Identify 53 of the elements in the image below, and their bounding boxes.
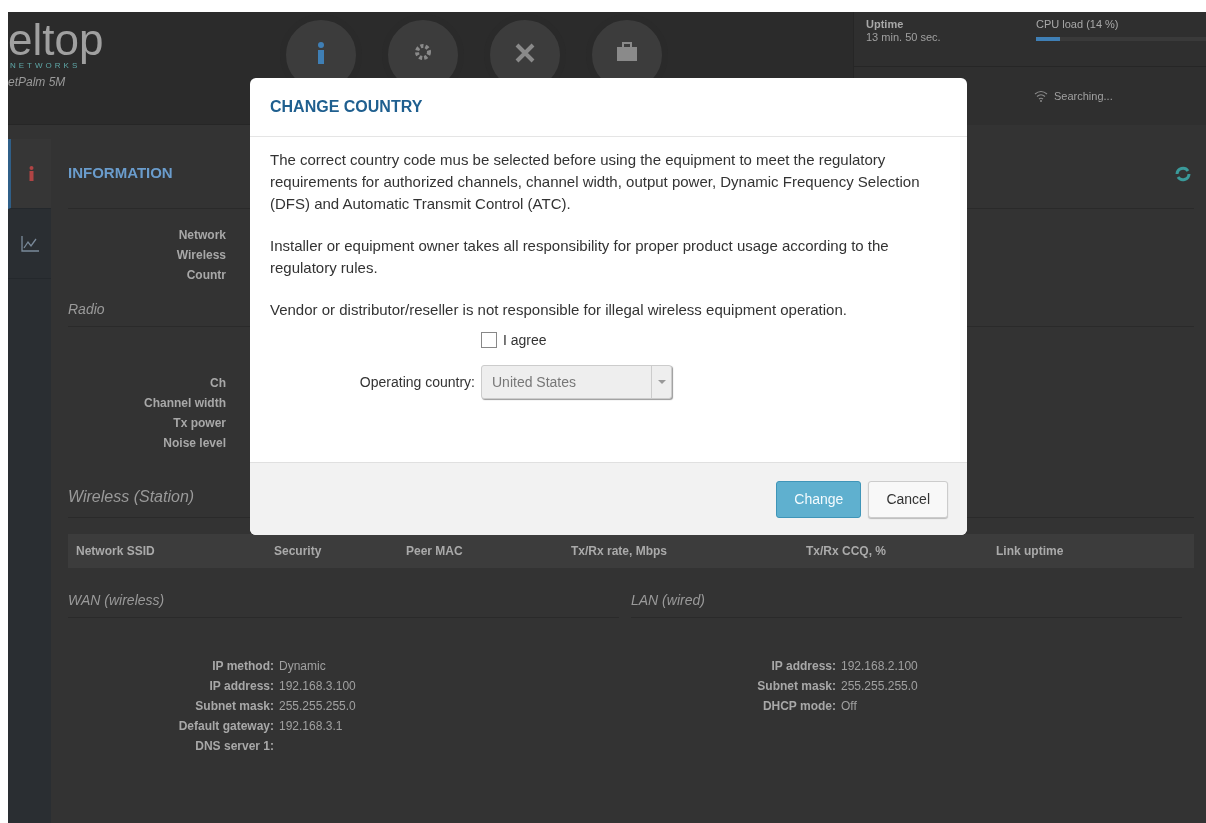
dialog-text: Installer or equipment owner takes all responsibility for proper product usage according to the regulatory rules.	[270, 236, 890, 278]
field-value: 192.168.3.100	[279, 678, 356, 695]
field-label: DNS server 1:	[194, 738, 274, 755]
briefcase-icon	[616, 42, 638, 62]
column-header: Tx/Rx rate, Mbps	[571, 543, 669, 560]
field-value: 255.255.255.0	[279, 698, 356, 715]
field-label: Subnet mask:	[194, 698, 274, 715]
field-label: IP address:	[770, 658, 836, 675]
field-label: DHCP mode:	[761, 698, 836, 715]
field-label: Wireless	[175, 247, 226, 264]
field-label: Tx power	[172, 415, 226, 432]
gear-icon	[413, 42, 433, 62]
field-label: Countr	[185, 267, 226, 284]
agree-checkbox[interactable]	[481, 332, 497, 348]
refresh-icon[interactable]	[1175, 165, 1191, 182]
wireless-status: Searching...	[1054, 88, 1113, 104]
dialog-title: CHANGE COUNTRY	[270, 97, 423, 117]
info-icon	[27, 166, 35, 181]
field-value: Dynamic	[279, 658, 326, 675]
model-name: etPalm 5M	[8, 74, 67, 91]
field-label: Operating country:	[358, 373, 476, 392]
cpu-load-label: CPU load (14 %)	[1036, 18, 1120, 31]
column-header: Link uptime	[996, 543, 1064, 560]
page-title: INFORMATION	[68, 163, 173, 184]
field-label: IP method:	[211, 658, 274, 675]
info-icon	[316, 42, 326, 64]
column-header: Peer MAC	[406, 543, 464, 560]
field-label: Ch	[209, 375, 226, 392]
field-label: IP address:	[208, 678, 274, 695]
caret-icon	[657, 380, 666, 384]
cancel-button[interactable]: Cancel	[868, 480, 948, 518]
field-value: 255.255.255.0	[841, 678, 918, 695]
uptime-label: Uptime	[866, 18, 905, 31]
checkbox-label: I agree	[503, 331, 547, 350]
field-label: Default gateway:	[177, 718, 274, 735]
field-label: Channel width	[143, 395, 226, 412]
dialog-text: Vendor or distributor/reseller is not responsible for illegal wireless equipment operation.	[270, 300, 848, 320]
uptime-value: 13 min. 50 sec.	[866, 31, 942, 44]
chart-icon	[20, 235, 39, 252]
column-header: Security	[274, 543, 323, 560]
field-value: Off	[841, 698, 857, 715]
field-value: 192.168.2.100	[841, 658, 918, 675]
section-title: WAN (wireless)	[68, 590, 619, 618]
field-label: Network	[177, 227, 226, 244]
logo: eltop NETWORKS	[8, 20, 105, 72]
section-title: LAN (wired)	[631, 590, 1182, 618]
field-label: Subnet mask:	[756, 678, 836, 695]
column-header: Tx/Rx CCQ, %	[806, 543, 887, 560]
field-value: 192.168.3.1	[279, 718, 343, 735]
dialog-text: The correct country code mus be selected before using the equipment to meet the regulatory requirements for authorized channels, channel width, output power, Dynamic Frequency Selection (DFS) and Automatic Transmit Control (ATC).	[270, 150, 921, 214]
column-header: Network SSID	[76, 543, 156, 560]
wifi-icon	[1034, 90, 1048, 102]
field-label: Noise level	[162, 435, 226, 452]
